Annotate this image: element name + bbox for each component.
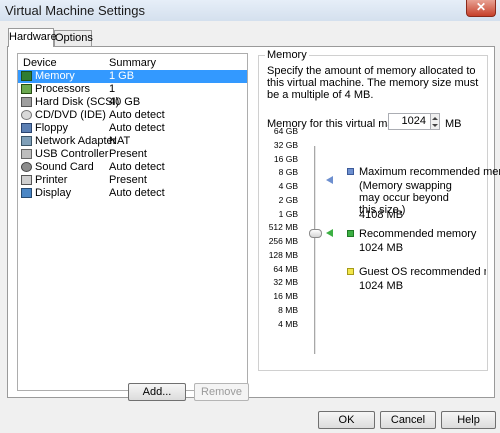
memory-description: Specify the amount of memory allocated t…	[267, 65, 479, 101]
memory-scale-tick: 32 GB	[273, 139, 298, 150]
memory-scale-tick: 64 MB	[273, 263, 298, 274]
list-header: Device Summary	[18, 54, 247, 71]
device-name: Sound Card	[35, 161, 94, 173]
tab-hardware[interactable]: Hardware	[8, 28, 57, 47]
memory-scale-tick: 8 MB	[278, 304, 298, 315]
device-row-display[interactable]: Display Auto detect	[18, 187, 247, 200]
device-summary: NAT	[109, 135, 131, 147]
guest-os-value: 1024 MB	[359, 280, 404, 292]
device-name: USB Controller	[35, 148, 109, 160]
device-row-hard-disk[interactable]: Hard Disk (SCSI) 40 GB	[18, 96, 247, 109]
recommended-marker-icon	[326, 229, 333, 237]
tab-options[interactable]: Options	[54, 30, 93, 47]
device-summary: Auto detect	[109, 161, 165, 173]
remove-device-button[interactable]: Remove	[194, 383, 249, 401]
memory-group-title: Memory	[265, 49, 309, 61]
device-row-floppy[interactable]: Floppy Auto detect	[18, 122, 247, 135]
memory-scale-tick: 4 MB	[278, 318, 298, 329]
column-header-summary[interactable]: Summary	[109, 57, 156, 69]
memory-size-input[interactable]: 1024	[388, 113, 431, 130]
device-summary: Auto detect	[109, 109, 165, 121]
max-recommended-value: 4108 MB	[359, 209, 404, 221]
device-summary: 1	[109, 83, 116, 95]
floppy-icon	[21, 123, 32, 133]
max-recommended-label: Maximum recommended memory	[359, 166, 500, 178]
dialog-body: Options Hardware Device Summary Memory 1…	[0, 21, 500, 433]
max-recommended-marker-icon	[326, 176, 333, 184]
memory-scale-tick: 16 MB	[273, 291, 298, 301]
cancel-button[interactable]: Cancel	[380, 411, 436, 429]
spin-up-icon[interactable]	[432, 117, 438, 120]
device-summary: 1 GB	[109, 70, 135, 82]
memory-scale-tick: 128 MB	[268, 249, 298, 260]
device-row-sound-card[interactable]: Sound Card Auto detect	[18, 161, 247, 174]
memory-scale-tick: 1 GB	[278, 208, 298, 219]
printer-icon	[21, 175, 32, 185]
memory-scale-tick: 64 GB	[273, 126, 298, 136]
ok-button[interactable]: OK	[318, 411, 375, 429]
device-summary: Present	[109, 174, 147, 186]
device-row-network-adapter[interactable]: Network Adapter NAT	[18, 135, 247, 148]
usb-controller-icon	[21, 149, 32, 159]
cd-dvd-icon	[21, 110, 32, 120]
column-header-device[interactable]: Device	[23, 57, 57, 69]
title-bar: Virtual Machine Settings ✕	[0, 0, 500, 21]
recommended-value: 1024 MB	[359, 242, 404, 254]
close-button[interactable]: ✕	[466, 0, 496, 17]
device-summary: Auto detect	[109, 122, 165, 134]
memory-scale-tick: 4 GB	[278, 181, 298, 191]
memory-scale-tick: 2 GB	[278, 194, 298, 205]
dialog-button-bar: OK Cancel Help	[0, 404, 500, 433]
guest-os-legend-icon	[347, 268, 354, 275]
processor-icon	[21, 84, 32, 94]
device-name: CD/DVD (IDE)	[35, 109, 106, 121]
memory-slider-track[interactable]	[314, 146, 317, 354]
memory-scale-tick: 16 GB	[273, 153, 298, 164]
recommended-legend-icon	[347, 230, 354, 237]
memory-slider-thumb[interactable]	[309, 229, 322, 238]
recommended-label: Recommended memory	[359, 228, 477, 240]
guest-os-label: Guest OS recommended minimum	[359, 266, 486, 278]
device-name: Display	[35, 187, 72, 199]
device-row-printer[interactable]: Printer Present	[18, 174, 247, 187]
memory-scale-tick: 8 GB	[278, 167, 298, 178]
help-button[interactable]: Help	[441, 411, 496, 429]
device-name: Printer	[35, 174, 68, 186]
memory-scale-tick: 256 MB	[268, 236, 298, 246]
add-device-button[interactable]: Add...	[128, 383, 186, 401]
device-list[interactable]: Device Summary Memory 1 GB Processors 1 …	[17, 53, 248, 391]
device-name: Processors	[35, 83, 91, 95]
device-name: Memory	[35, 70, 75, 82]
network-adapter-icon	[21, 136, 32, 146]
memory-scale-tick: 32 MB	[273, 277, 298, 288]
max-recommended-legend-icon	[347, 168, 354, 175]
device-name: Floppy	[35, 122, 69, 134]
device-name: Network Adapter	[35, 135, 117, 147]
device-row-usb-controller[interactable]: USB Controller Present	[18, 148, 247, 161]
display-icon	[21, 188, 32, 198]
memory-scale-tick: 512 MB	[268, 222, 298, 233]
device-name: Hard Disk (SCSI)	[35, 96, 120, 108]
device-summary: Present	[109, 148, 147, 160]
device-summary: Auto detect	[109, 187, 165, 199]
device-summary: 40 GB	[109, 96, 141, 108]
device-row-processors[interactable]: Processors 1	[18, 83, 247, 96]
memory-spinner[interactable]	[431, 113, 440, 130]
window-title: Virtual Machine Settings	[5, 3, 145, 18]
sound-card-icon	[21, 162, 32, 172]
memory-icon	[21, 71, 32, 81]
memory-unit: MB	[445, 118, 462, 130]
device-row-cd-dvd[interactable]: CD/DVD (IDE) Auto detect	[18, 109, 247, 122]
device-row-memory[interactable]: Memory 1 GB	[18, 70, 247, 83]
hard-disk-icon	[21, 97, 32, 107]
spin-down-icon[interactable]	[432, 124, 438, 127]
